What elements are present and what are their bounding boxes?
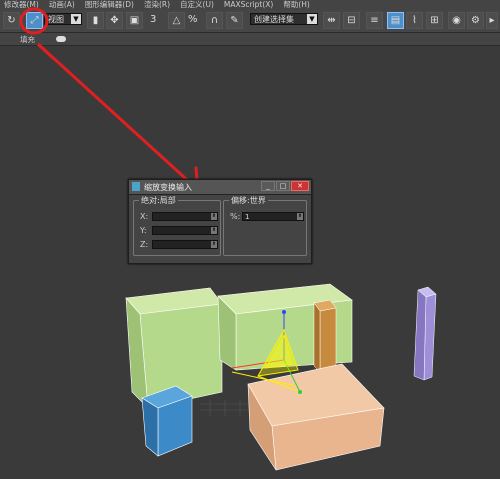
scale-x-label: X: [140, 212, 149, 221]
offset-percent-field[interactable]: 1 ⬍ [242, 212, 304, 221]
close-button[interactable]: ✕ [291, 181, 309, 191]
menu-graph-editors[interactable]: 图形编辑器(D) [85, 0, 134, 10]
angle-snap-icon[interactable]: △ [168, 12, 185, 29]
chevron-down-icon: ▼ [71, 14, 81, 24]
menu-customize[interactable]: 自定义(U) [180, 0, 214, 10]
scale-x-row: X: ⬍ [140, 212, 218, 222]
scale-z-field[interactable]: ⬍ [152, 240, 218, 249]
render-setup-icon[interactable]: ⚙ [467, 12, 484, 29]
scale-x-field[interactable]: ⬍ [152, 212, 218, 221]
scale-y-row: Y: ⬍ [140, 226, 218, 236]
spinner-snap-icon[interactable]: ∩ [206, 12, 223, 29]
menu-maxscript[interactable]: MAXScript(X) [224, 0, 273, 10]
purple-pillar [413, 286, 437, 381]
spinner-arrows-icon[interactable]: ⬍ [211, 213, 217, 220]
pivot-center-button[interactable]: ▮ [87, 12, 104, 29]
mirror-icon[interactable]: ⇹ [323, 12, 340, 29]
edit-named-selection-icon[interactable]: ✎ [226, 12, 243, 29]
menu-animation[interactable]: 动画(A) [49, 0, 75, 10]
dialog-titlebar[interactable]: 缩放变换输入 _ □ ✕ [129, 180, 311, 195]
spinner-arrows-icon[interactable]: ⬍ [211, 227, 217, 234]
manipulate-icon[interactable]: ▣ [126, 12, 143, 29]
main-toolbar: ↻ ⤢ 视图 ▼ ▮ ✥ ▣ 3 △ % ∩ ✎ 创建选择集 ▼ ⇹ ⊟ ≡ ▤… [0, 10, 500, 33]
maximize-button[interactable]: □ [276, 181, 290, 191]
absolute-local-title: 绝对:局部 [139, 195, 178, 206]
layer-manager-icon[interactable]: ≡ [366, 12, 383, 29]
offset-world-title: 偏移:世界 [229, 195, 268, 206]
render-icon[interactable]: ▸ [486, 12, 498, 29]
select-and-scale-button[interactable]: ⤢ [26, 12, 43, 29]
curve-editor-icon[interactable]: ⌇ [406, 12, 423, 29]
align-icon[interactable]: ⊟ [343, 12, 360, 29]
menu-rendering[interactable]: 渲染(R) [144, 0, 170, 10]
ribbon-toggle-icon[interactable] [56, 36, 66, 42]
ribbon-bar: 填充 [0, 33, 500, 46]
absolute-local-group: 绝对:局部 X: ⬍ Y: ⬍ Z: ⬍ [133, 195, 221, 256]
minimize-button[interactable]: _ [261, 181, 275, 191]
undo-icon[interactable]: ↻ [3, 12, 20, 29]
named-selection-value: 创建选择集 [254, 15, 294, 24]
reference-coordinate-value: 视图 [48, 15, 64, 24]
offset-percent-label: %: [230, 212, 241, 221]
graphite-tools-icon[interactable]: ▤ [387, 12, 404, 29]
ground-grid [200, 400, 255, 416]
spinner-arrows-icon[interactable]: ⬍ [211, 241, 217, 248]
app-icon [132, 182, 140, 191]
percent-snap-button[interactable]: % [188, 14, 198, 25]
move-icon[interactable]: ✥ [106, 12, 123, 29]
scale-y-field[interactable]: ⬍ [152, 226, 218, 235]
snap-toggle-button[interactable]: 3 [150, 14, 156, 25]
named-selection-dropdown[interactable]: 创建选择集 ▼ [250, 13, 318, 25]
menu-bar: 修改器(M) 动画(A) 图形编辑器(D) 渲染(R) 自定义(U) MAXSc… [0, 0, 500, 10]
material-editor-icon[interactable]: ◉ [448, 12, 465, 29]
reference-coordinate-dropdown[interactable]: 视图 ▼ [44, 13, 82, 25]
offset-world-group: 偏移:世界 %: 1 ⬍ [223, 195, 307, 256]
scale-z-label: Z: [140, 240, 149, 249]
orange-pillar [313, 299, 337, 373]
schematic-view-icon[interactable]: ⊞ [426, 12, 443, 29]
ribbon-tab-populate[interactable]: 填充 [20, 34, 35, 45]
chevron-down-icon: ▼ [307, 14, 317, 24]
dialog-title: 缩放变换输入 [144, 183, 192, 192]
blue-box [141, 385, 193, 457]
menu-modifiers[interactable]: 修改器(M) [4, 0, 39, 10]
menu-help[interactable]: 帮助(H) [283, 0, 310, 10]
offset-percent-value: 1 [245, 213, 250, 221]
scale-z-row: Z: ⬍ [140, 240, 218, 250]
annotation-arrow [37, 46, 200, 195]
offset-percent-row: %: 1 ⬍ [230, 212, 304, 222]
spinner-arrows-icon[interactable]: ⬍ [297, 213, 303, 220]
scale-y-label: Y: [140, 226, 147, 235]
scale-transform-dialog: 缩放变换输入 _ □ ✕ 绝对:局部 X: ⬍ Y: ⬍ Z: ⬍ 偏移:世界 … [128, 179, 312, 264]
